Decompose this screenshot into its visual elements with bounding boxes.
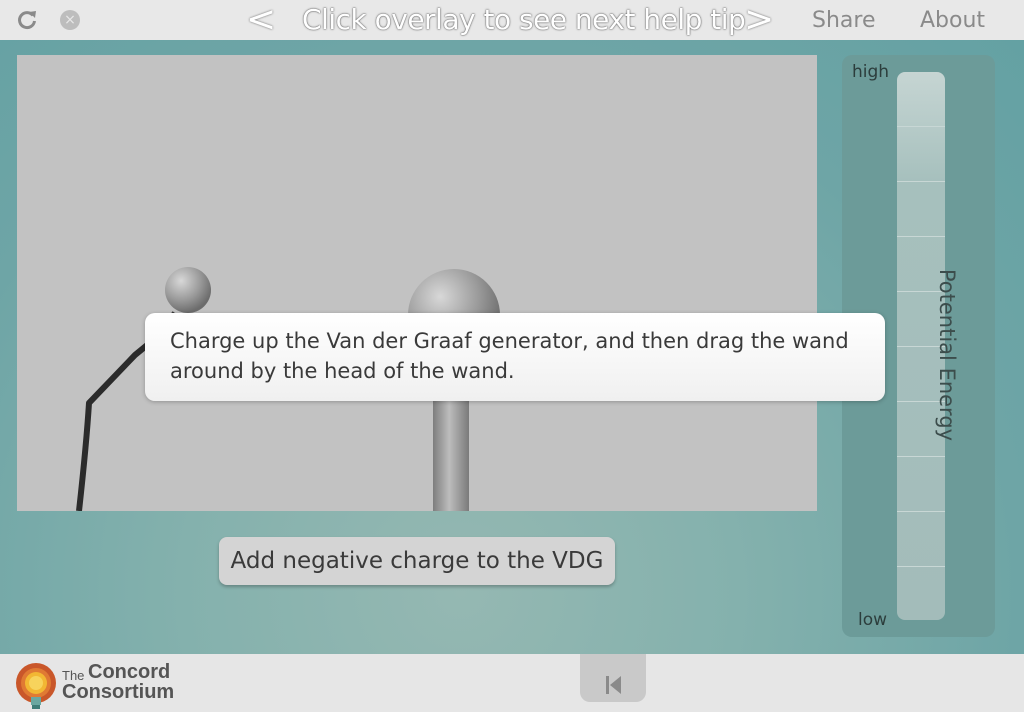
bottom-bar: The Concord Consortium	[0, 654, 1024, 712]
reset-button[interactable]	[580, 654, 646, 702]
pe-low-label: low	[858, 610, 888, 630]
logo-text-consortium: Consortium	[62, 681, 175, 703]
add-negative-charge-button[interactable]: Add negative charge to the VDG	[219, 537, 615, 585]
meter-gridline	[897, 181, 945, 182]
help-tooltip-text: Charge up the Van der Graaf generator, a…	[170, 329, 849, 383]
help-tooltip[interactable]: Charge up the Van der Graaf generator, a…	[145, 313, 885, 401]
meter-gridline	[897, 236, 945, 237]
main-area: Add negative charge to the VDG high Pote…	[0, 0, 1024, 654]
meter-gridline	[897, 511, 945, 512]
concord-consortium-logo[interactable]: The Concord Consortium	[13, 659, 183, 711]
meter-gridline	[897, 126, 945, 127]
simulation-canvas[interactable]	[17, 55, 817, 511]
lightbulb-icon	[16, 663, 56, 709]
pe-high-label: high	[852, 62, 890, 82]
skip-to-start-icon	[606, 676, 621, 694]
vdg-post	[433, 385, 469, 511]
meter-gridline	[897, 456, 945, 457]
wand-head[interactable]	[165, 267, 211, 313]
meter-gridline	[897, 566, 945, 567]
potential-energy-label: Potential Energy	[935, 268, 959, 442]
